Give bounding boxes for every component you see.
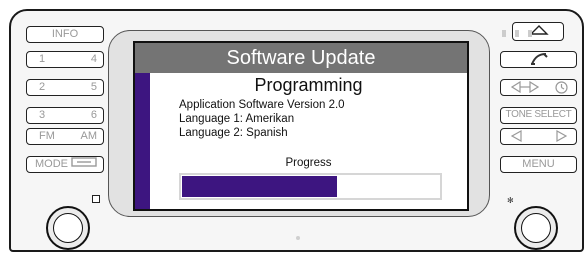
fan-icon: ✻ — [507, 196, 514, 205]
progress-bar — [179, 173, 442, 200]
volume-knob[interactable] — [46, 206, 90, 250]
center-dot — [296, 236, 300, 240]
am-label: AM — [80, 130, 98, 142]
mode-button[interactable]: MODE — [26, 156, 104, 173]
phone-button[interactable] — [500, 51, 577, 68]
info-line-version: Application Software Version 2.0 — [179, 99, 345, 111]
clock-icon — [555, 81, 568, 97]
preset-5-label: 5 — [90, 81, 97, 93]
mode-label: MODE — [35, 158, 68, 170]
indicator-mark — [502, 30, 506, 37]
track-skip-button[interactable] — [500, 128, 577, 145]
preset-2-label: 2 — [39, 81, 46, 93]
eject-button[interactable] — [512, 22, 564, 41]
preset-3-label: 3 — [39, 109, 46, 121]
fm-label: FM — [39, 130, 55, 142]
indicator-mark — [528, 30, 532, 37]
display-screen: Software Update Programming Application … — [133, 41, 469, 211]
preset-4-label: 4 — [90, 53, 97, 65]
info-button-label: INFO — [51, 28, 79, 40]
eject-icon — [529, 25, 549, 40]
seek-clock-button[interactable] — [500, 79, 577, 96]
phone-icon — [529, 52, 549, 69]
tone-select-label: TONE SELECT — [505, 109, 572, 120]
menu-label: MENU — [522, 158, 555, 170]
seek-arrows-icon — [510, 80, 540, 96]
indicator-mark — [515, 30, 519, 37]
tone-select-button[interactable]: TONE SELECT — [500, 107, 577, 124]
info-line-language-1: Language 1: Amerikan — [179, 113, 295, 125]
screen-title: Software Update — [135, 43, 467, 73]
power-square-icon — [92, 195, 100, 203]
info-line-language-2: Language 2: Spanish — [179, 127, 288, 139]
fm-am-button[interactable]: FM AM — [26, 128, 104, 145]
preset-3-6-button[interactable]: 3 6 — [26, 107, 104, 124]
preset-2-5-button[interactable]: 2 5 — [26, 79, 104, 96]
tuning-knob[interactable] — [514, 206, 558, 250]
selection-strip — [135, 73, 150, 209]
preset-1-4-button[interactable]: 1 4 — [26, 51, 104, 68]
preset-6-label: 6 — [90, 109, 97, 121]
preset-1-label: 1 — [39, 53, 46, 65]
arrow-left-icon — [510, 129, 522, 145]
screen-heading: Programming — [254, 75, 363, 95]
progress-bar-fill — [182, 176, 338, 197]
cassette-icon — [71, 157, 97, 172]
arrow-right-icon — [556, 129, 568, 145]
progress-label: Progress — [285, 157, 332, 169]
info-button[interactable]: INFO — [26, 26, 104, 43]
menu-button[interactable]: MENU — [500, 156, 577, 173]
